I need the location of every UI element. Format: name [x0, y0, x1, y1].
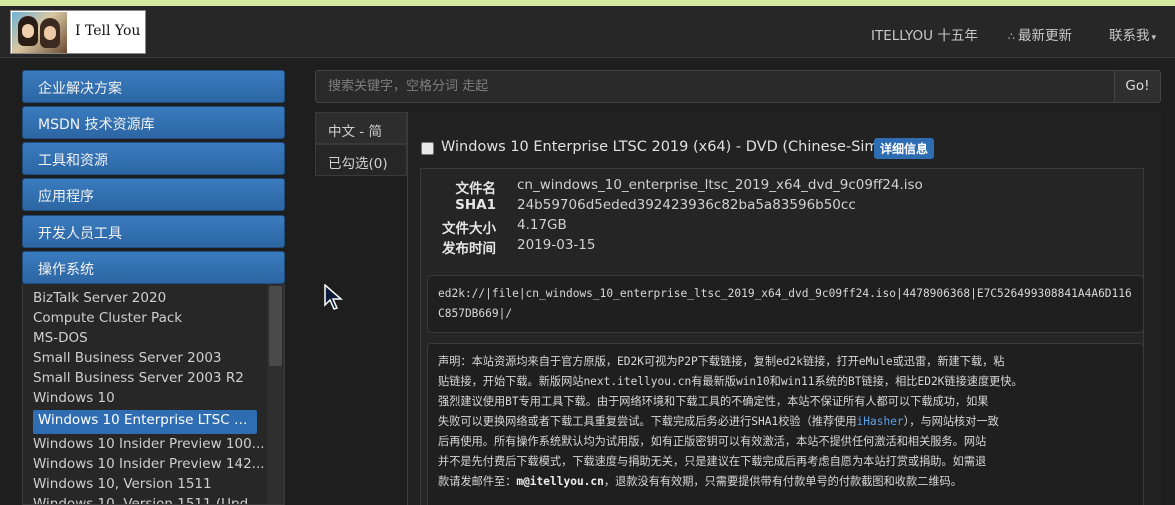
nav-anniversary-link[interactable]: ITELLYOU 十五年	[871, 24, 978, 44]
field-key-size: 文件大小	[442, 221, 496, 237]
os-list-item[interactable]: Windows 10 Insider Preview 100...	[33, 436, 265, 452]
caret-down-icon: ▾	[1151, 33, 1157, 43]
download-content-panel: Windows 10 Enterprise LTSC 2019 (x64) - …	[407, 112, 1161, 505]
search-go-button[interactable]: Go!	[1114, 70, 1161, 103]
sidebar-item-devtools[interactable]: 开发人员工具	[22, 215, 285, 248]
nav-contact-dropdown[interactable]: 联系我 ▾	[1109, 24, 1156, 44]
os-list-item[interactable]: Compute Cluster Pack	[33, 310, 182, 326]
field-key-sha1: SHA1	[455, 197, 496, 213]
notice-text: 款请发邮件至：	[438, 475, 517, 488]
logo-image	[12, 12, 67, 53]
notice-text: 失败可以更换网络或者下载工具重复尝试。下载完成后务必进行SHA1校验（推荐使用	[438, 415, 857, 428]
notice-line: 失败可以更换网络或者下载工具重复尝试。下载完成后务必进行SHA1校验（推荐使用i…	[438, 412, 1133, 432]
notice-line: 款请发邮件至：m@itellyou.cn，退款没有有效期，只需要提供带有付款单号…	[438, 472, 1133, 492]
field-value-date: 2019-03-15	[517, 237, 596, 253]
os-product-list: BizTalk Server 2020 Compute Cluster Pack…	[22, 284, 285, 505]
os-list-item[interactable]: Windows 10	[33, 390, 115, 406]
field-value-size: 4.17GB	[517, 217, 567, 233]
notice-text: ），与网站核对一致	[903, 415, 999, 428]
logo-text: I Tell You	[75, 23, 141, 39]
sidebar-item-apps[interactable]: 应用程序	[22, 178, 285, 211]
scrollbar-thumb[interactable]	[269, 286, 282, 366]
nav-latest-link[interactable]: ∴ 最新更新	[1008, 24, 1072, 44]
notice-text: ，退款没有有效期，只需要提供带有付款单号的付款截图和收款二维码。	[603, 475, 962, 488]
field-key-filename: 文件名	[455, 181, 497, 197]
os-list-item[interactable]: MS-DOS	[33, 330, 88, 346]
os-list-item[interactable]: Windows 10, Version 1511 (Upd...	[33, 496, 261, 504]
nav-contact-label: 联系我	[1109, 28, 1150, 44]
os-list-item[interactable]: BizTalk Server 2020	[33, 290, 166, 306]
os-list-item-selected[interactable]: Windows 10 Enterprise LTSC 20...	[33, 410, 257, 434]
top-navbar: I Tell You ITELLYOU 十五年 ∴ 最新更新 联系我 ▾	[0, 6, 1175, 58]
notice-line: 声明：本站资源均来自于官方原版，ED2K可视为P2P下载链接，复制ed2k链接，…	[438, 355, 1005, 368]
item-title[interactable]: Windows 10 Enterprise LTSC 2019 (x64) - …	[441, 139, 929, 155]
os-list-scrollbar[interactable]	[267, 284, 284, 504]
sidebar-item-enterprise[interactable]: 企业解决方案	[22, 70, 285, 103]
search-input[interactable]	[315, 70, 1115, 103]
sidebar-item-msdn[interactable]: MSDN 技术资源库	[22, 106, 285, 139]
site-logo[interactable]: I Tell You	[10, 10, 146, 54]
mouse-cursor-icon	[324, 284, 343, 310]
tab-chinese-simplified[interactable]: 中文 - 简体	[315, 112, 407, 160]
os-list-item[interactable]: Small Business Server 2003	[33, 350, 222, 366]
field-value-filename: cn_windows_10_enterprise_ltsc_2019_x64_d…	[517, 177, 923, 193]
notice-line: 强烈建议使用BT专用工具下载。由于网络环境和下载工具的不确定性，本站不保证所有人…	[438, 395, 989, 408]
notice-line: 后再使用。所有操作系统默认均为试用版，如有正版密钥可以有效激活，本站不提供任何激…	[438, 435, 987, 448]
detail-info-button[interactable]: 详细信息	[874, 138, 935, 159]
notice-line: 并不是先付费后下载模式，下载速度与捐助无关，只是建议在下载完成后再考虑自愿为本站…	[438, 455, 987, 468]
nav-latest-label: 最新更新	[1018, 28, 1072, 44]
ed2k-link-box[interactable]: ed2k://|file|cn_windows_10_enterprise_lt…	[427, 275, 1144, 333]
os-list-item[interactable]: Windows 10 Insider Preview 142...	[33, 456, 265, 472]
item-checkbox[interactable]	[421, 142, 434, 155]
rss-icon: ∴	[1008, 30, 1015, 43]
notice-box: 声明：本站资源均来自于官方原版，ED2K可视为P2P下载链接，复制ed2k链接，…	[427, 343, 1144, 505]
email-address[interactable]: m@itellyou.cn	[516, 475, 604, 488]
tab-checked[interactable]: 已勾选(0)	[315, 144, 407, 176]
notice-line: 贴链接，开始下载。新版网站next.itellyou.cn有最新版win10和w…	[438, 375, 1023, 388]
item-details-box: 文件名 cn_windows_10_enterprise_ltsc_2019_x…	[420, 168, 1144, 505]
field-value-sha1: 24b59706d5eded392423936c82ba5a83596b50cc	[517, 197, 856, 213]
field-key-date: 发布时间	[442, 241, 496, 257]
sidebar-item-tools[interactable]: 工具和资源	[22, 142, 285, 175]
os-list-item[interactable]: Windows 10, Version 1511	[33, 476, 212, 492]
os-list-item[interactable]: Small Business Server 2003 R2	[33, 370, 244, 386]
sidebar-item-os[interactable]: 操作系统	[22, 251, 285, 284]
ihasher-link[interactable]: iHasher	[857, 415, 904, 428]
